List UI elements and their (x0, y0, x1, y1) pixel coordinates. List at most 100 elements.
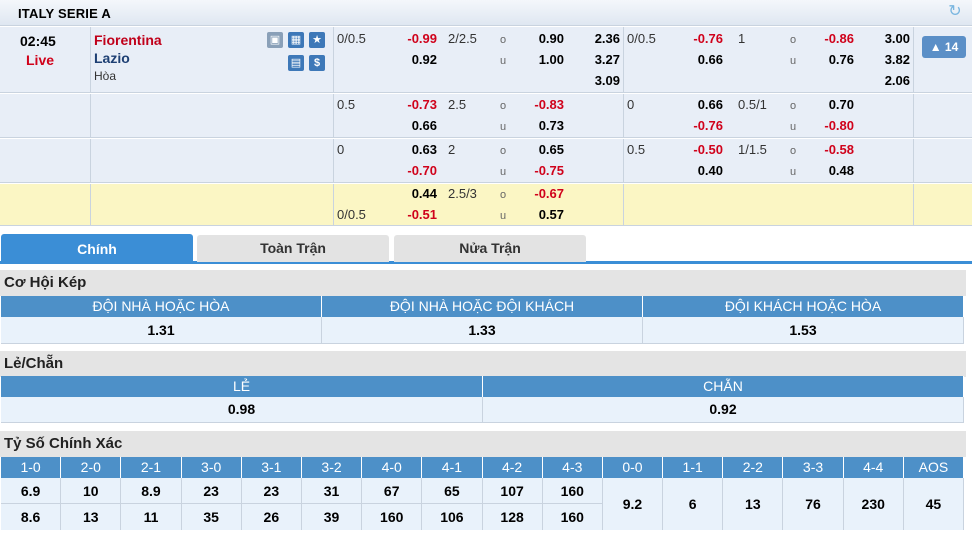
hdp-line: 0/0.5 (337, 31, 366, 46)
ht-ou-line: 1 (738, 31, 746, 46)
1x2-away[interactable]: 3.27 (576, 52, 620, 68)
hdp-line: 0 (337, 142, 345, 157)
hdp-away-odds[interactable]: 0.66 (393, 118, 437, 134)
correct-score-away-odds[interactable]: 13 (61, 504, 120, 530)
double-chance-title: Cơ Hội Kép (0, 270, 966, 296)
correct-score-header-cell: 3-0 (182, 457, 242, 478)
over-odds[interactable]: 0.65 (520, 142, 564, 158)
correct-score-draw-odds[interactable]: 76 (783, 478, 844, 530)
match-status: Live (26, 52, 55, 68)
correct-score-draw-odds[interactable]: 230 (844, 478, 904, 530)
tab-full-match[interactable]: Toàn Trận (197, 235, 389, 262)
double-chance-home-away-odds[interactable]: 1.33 (322, 317, 643, 343)
lineup-icon[interactable]: ▦ (288, 32, 304, 48)
stats-icon[interactable]: ▤ (288, 55, 304, 71)
ht-over-odds[interactable]: -0.86 (810, 31, 854, 47)
over-odds[interactable]: -0.67 (520, 186, 564, 202)
hdp-away-odds[interactable]: -0.70 (393, 163, 437, 179)
ht-over-odds[interactable]: 0.70 (810, 97, 854, 113)
correct-score-draw-odds[interactable]: 6 (663, 478, 724, 530)
hdp-home-odds[interactable]: -0.73 (393, 97, 437, 113)
under-odds[interactable]: -0.75 (520, 163, 564, 179)
odds-dollar-icon[interactable]: $ (309, 55, 325, 71)
correct-score-header-cell: 3-2 (302, 457, 363, 478)
correct-score-away-odds[interactable]: 11 (121, 504, 180, 530)
ht-over-odds[interactable]: -0.58 (810, 142, 854, 158)
correct-score-away-odds[interactable]: 106 (422, 504, 481, 530)
ht-under-odds[interactable]: 0.76 (810, 52, 854, 68)
ou-line: 2.5/3 (448, 186, 477, 201)
correct-score-away-odds[interactable]: 35 (182, 504, 241, 530)
hdp-away-odds[interactable]: -0.51 (393, 207, 437, 223)
ht-hdp-away-odds[interactable]: -0.76 (679, 118, 723, 134)
hdp-home-odds[interactable]: 0.44 (393, 186, 437, 202)
under-odds[interactable]: 1.00 (520, 52, 564, 68)
home-team[interactable]: Fiorentina (94, 32, 162, 48)
hdp-home-odds[interactable]: 0.63 (393, 142, 437, 158)
correct-score-header-cell: 3-1 (242, 457, 302, 478)
1x2-home[interactable]: 2.36 (576, 31, 620, 47)
ht-under-odds[interactable]: -0.80 (810, 118, 854, 134)
ht-under-label: u (790, 55, 797, 67)
odds-row-alt-3: 0/0.5 0.44 -0.51 2.5/3 o u -0.67 0.57 (0, 184, 972, 226)
correct-score-home-odds[interactable]: 31 (301, 478, 362, 504)
away-team[interactable]: Lazio (94, 50, 130, 66)
correct-score-column: 65 106 (422, 478, 483, 530)
correct-score-home-odds[interactable]: 65 (422, 478, 482, 504)
ht-hdp-home-odds[interactable]: 0.66 (679, 97, 723, 113)
double-chance-header-cell: ĐỘI NHÀ HOẶC ĐỘI KHÁCH (322, 296, 643, 317)
correct-score-header-cell: 0-0 (603, 457, 664, 478)
even-odds[interactable]: 0.92 (483, 397, 964, 422)
correct-score-home-odds[interactable]: 160 (542, 478, 602, 504)
ht-under-odds[interactable]: 0.48 (810, 163, 854, 179)
correct-score-home-odds[interactable]: 8.9 (121, 478, 181, 504)
hdp-away-odds[interactable]: 0.92 (393, 52, 437, 68)
hdp-home-odds[interactable]: -0.99 (393, 31, 437, 47)
double-chance-away-draw-odds[interactable]: 1.53 (643, 317, 964, 343)
favorite-star-icon[interactable]: ★ (309, 32, 325, 48)
ht-hdp-away-odds[interactable]: 0.40 (679, 163, 723, 179)
ht-hdp-away-odds[interactable]: 0.66 (679, 52, 723, 68)
over-label: o (500, 34, 507, 46)
correct-score-column: 10 13 (61, 478, 122, 530)
correct-score-away-odds[interactable]: 8.6 (1, 504, 60, 530)
correct-score-away-odds[interactable]: 160 (362, 504, 421, 530)
correct-score-home-odds[interactable]: 107 (482, 478, 542, 504)
correct-score-home-odds[interactable]: 6.9 (1, 478, 61, 504)
double-chance-home-draw-odds[interactable]: 1.31 (1, 317, 322, 343)
over-odds[interactable]: 0.90 (520, 31, 564, 47)
correct-score-draw-odds[interactable]: 13 (723, 478, 784, 530)
correct-score-home-odds[interactable]: 10 (61, 478, 121, 504)
under-odds[interactable]: 0.57 (520, 207, 564, 223)
tab-half-match[interactable]: Nửa Trận (394, 235, 586, 262)
over-odds[interactable]: -0.83 (520, 97, 564, 113)
tab-main[interactable]: Chính (1, 234, 193, 264)
1x2-draw[interactable]: 3.09 (576, 73, 620, 89)
correct-score-away-odds[interactable]: 26 (242, 504, 301, 530)
correct-score-draw-odds[interactable]: 9.2 (603, 478, 664, 530)
tv-icon[interactable]: ▣ (267, 32, 283, 48)
correct-score-home-odds[interactable]: 23 (181, 478, 241, 504)
odds-row-alt-1: 0.5 -0.73 0.66 2.5 o u -0.83 0.73 0 0.66… (0, 94, 972, 138)
odd-even-title: Lẻ/Chẵn (0, 351, 966, 377)
correct-score-home-odds[interactable]: 67 (362, 478, 422, 504)
correct-score-column: 31 39 (301, 478, 363, 530)
ht-hdp-home-odds[interactable]: -0.50 (679, 142, 723, 158)
odd-odds[interactable]: 0.98 (1, 397, 483, 422)
ht-1x2-home[interactable]: 3.00 (866, 31, 910, 47)
ou-line: 2/2.5 (448, 31, 477, 46)
ht-1x2-away[interactable]: 3.82 (866, 52, 910, 68)
correct-score-away-odds[interactable]: 128 (483, 504, 542, 530)
correct-score-away-odds[interactable]: 39 (302, 504, 361, 530)
correct-score-home-odds[interactable]: 23 (241, 478, 301, 504)
ht-hdp-home-odds[interactable]: -0.76 (679, 31, 723, 47)
more-markets-button[interactable]: ▲ 14 (922, 36, 966, 58)
under-label: u (500, 210, 507, 222)
under-odds[interactable]: 0.73 (520, 118, 564, 134)
refresh-icon[interactable]: ↻ (946, 3, 964, 21)
ht-1x2-draw[interactable]: 2.06 (866, 73, 910, 89)
correct-score-draw-odds[interactable]: 45 (904, 478, 964, 530)
correct-score-away-odds[interactable]: 160 (543, 504, 602, 530)
odd-even-values: 0.98 0.92 (1, 397, 964, 423)
ht-hdp-line: 0.5 (627, 142, 646, 157)
